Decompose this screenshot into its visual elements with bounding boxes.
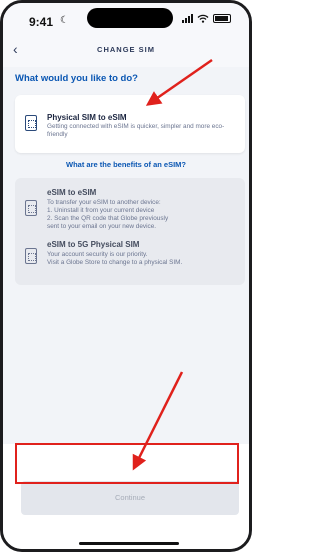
option-esim-to-5g-physical[interactable]: eSIM to 5G Physical SIM Your account sec… [15, 230, 245, 285]
status-time: 9:41 [29, 15, 54, 29]
phone-frame: 9:41 ☾ ‹ CHANGE SIM What would you like … [0, 0, 252, 552]
option-physical-to-esim[interactable]: Physical SIM to eSIM Getting connected w… [15, 95, 245, 153]
option-title: eSIM to eSIM [47, 188, 97, 197]
option-description: To transfer your eSIM to another device:… [47, 199, 169, 230]
sim-card-icon [25, 115, 37, 131]
page-title: CHANGE SIM [97, 45, 155, 54]
option-title: eSIM to 5G Physical SIM [47, 240, 140, 249]
moon-icon: ☾ [60, 15, 69, 26]
option-description: Your account security is our priority. V… [47, 251, 183, 266]
option-description: Getting connected with eSIM is quicker, … [47, 123, 225, 138]
dynamic-island [87, 8, 173, 28]
sim-card-icon [25, 200, 37, 216]
continue-button[interactable]: Continue [21, 481, 239, 515]
nav-bar: ‹ CHANGE SIM [3, 33, 249, 67]
question-heading: What would you like to do? [15, 73, 138, 84]
battery-icon [213, 14, 231, 23]
status-icons [182, 14, 231, 23]
wifi-icon [197, 14, 209, 23]
home-indicator [79, 542, 179, 545]
footer: Continue [3, 444, 249, 549]
sim-card-icon [25, 248, 37, 264]
status-bar: 9:41 ☾ [3, 3, 249, 33]
option-title: Physical SIM to eSIM [47, 113, 127, 122]
signal-icon [182, 14, 193, 23]
benefits-link[interactable]: What are the benefits of an eSIM? [3, 160, 249, 169]
